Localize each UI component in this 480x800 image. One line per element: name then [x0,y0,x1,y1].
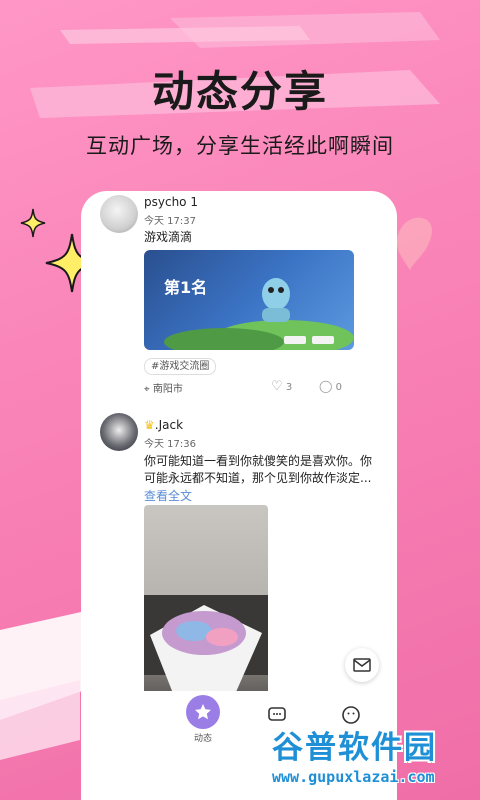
crown-icon: ♛ [144,418,155,432]
tab-label: 动态 [193,734,212,744]
watermark-title: 谷普软件园 [272,730,437,766]
comment-bubble-icon: ◯ [319,379,333,393]
game-screenshot[interactable]: 第1名 [144,250,354,350]
post-photo[interactable] [144,505,268,701]
star-icon [186,695,220,729]
post-timestamp: 今天 17:37 [144,216,196,227]
avatar[interactable] [100,413,138,451]
topic-tag[interactable]: #游戏交流圈 [144,358,217,375]
promo-subline: 互动广场，分享生活经此啊瞬间 [86,134,394,158]
post-username[interactable]: psycho 1 [144,195,198,209]
game-scene-image [164,278,354,350]
tab-dynamic[interactable]: 动态 [173,695,233,744]
game-rank-text: 第1名 [164,278,208,297]
location: ⌖ 南阳市 [144,380,183,395]
mail-icon [353,658,371,672]
location-pin-icon: ⌖ [144,384,150,395]
message-float-button[interactable] [345,648,379,682]
phone-screen: psycho 1 今天 17:37 游戏滴滴 第1名 #游戏交流圈 ⌖ 南阳市 … [81,191,397,800]
like-count[interactable]: ♡ 3 [271,379,292,394]
heart-icon: ♡ [271,379,283,394]
watermark-url: www.gupuxlazai.com [272,768,435,786]
sparkle-small-icon [20,208,46,238]
post-text-line: 你可能知道一看到你就傻笑的是喜欢你。你 [144,454,373,468]
post-username[interactable]: ♛.Jack [144,418,183,432]
avatar[interactable] [100,195,138,233]
post-timestamp: 今天 17:36 [144,439,196,450]
location-text: 南阳市 [152,384,183,395]
read-more-link[interactable]: 查看全文 [144,487,192,504]
site-watermark: 谷普软件园 www.gupuxlazai.com [262,712,480,800]
bouquet-image [144,595,268,701]
post-text: 游戏滴滴 [144,230,193,244]
comment-count[interactable]: ◯ 0 [319,379,342,393]
promo-headline: 动态分享 [151,67,328,116]
post-text-line: 可能永远都不知道，那个见到你故作淡定... [144,471,372,485]
